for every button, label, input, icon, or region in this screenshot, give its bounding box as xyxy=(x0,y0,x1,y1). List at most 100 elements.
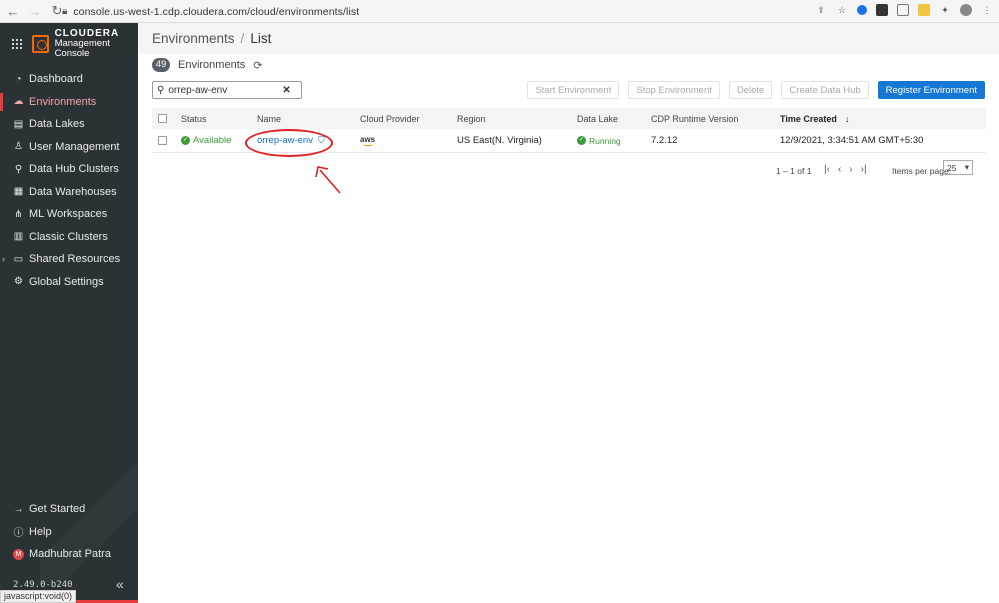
data-lake-status: ✓ Running xyxy=(577,136,621,146)
sidebar-item-classic-clusters[interactable]: ▥ Classic Clusters xyxy=(0,226,138,249)
sidebar-item-label: Madhubrat Patra xyxy=(29,548,111,561)
profile-avatar-icon[interactable] xyxy=(960,4,972,16)
prev-page-icon[interactable]: ‹ xyxy=(838,164,841,175)
search-input[interactable] xyxy=(168,84,279,96)
sidebar-item-label: Data Lakes xyxy=(29,118,85,131)
sidebar-item-user-management[interactable]: ♙ User Management xyxy=(0,136,138,159)
count-label: Environments xyxy=(178,59,246,71)
check-circle-icon: ✓ xyxy=(577,136,586,145)
extension-icons: ⇪ ☆ ✦ ⋮ xyxy=(815,4,993,16)
avatar: M xyxy=(13,548,24,560)
pagination-buttons: |‹ ‹ › ›| xyxy=(824,164,867,175)
puzzle-icon[interactable]: ✦ xyxy=(939,4,951,16)
last-page-icon[interactable]: ›| xyxy=(861,164,867,175)
folder-icon: ▭ xyxy=(13,253,24,265)
data-hub-icon: ⚲ xyxy=(14,163,23,175)
register-environment-button[interactable]: Register Environment xyxy=(877,81,985,99)
brand[interactable]: CLOUDERA Management Console xyxy=(12,29,138,59)
extension-dark-icon[interactable] xyxy=(876,4,888,16)
header-cloud-provider[interactable]: Cloud Provider xyxy=(360,108,420,129)
data-lake-status-text: Running xyxy=(589,135,621,146)
row-select-cell xyxy=(158,129,167,152)
lock-icon: 🔒︎ xyxy=(62,6,68,17)
sidebar-item-shared-resources[interactable]: › ▭ Shared Resources xyxy=(0,248,138,271)
main-content: Environments / List 49 Environments ⟳ ⚲ … xyxy=(138,23,999,603)
toolbar: Start Environment Stop Environment Delet… xyxy=(527,81,985,99)
address-bar[interactable]: 🔒︎ console.us-west-1.cdp.cloudera.com/cl… xyxy=(62,3,359,20)
cloud-provider-cell: aws xyxy=(360,129,375,152)
sidebar-item-help[interactable]: ⓘ Help xyxy=(0,521,138,544)
refresh-icon[interactable]: ⟳ xyxy=(253,59,262,72)
forward-icon[interactable]: → xyxy=(26,2,44,20)
kebab-menu-icon[interactable]: ⋮ xyxy=(981,4,993,16)
pagination: 1 – 1 of 1 |‹ ‹ › ›| Items per page: 25 … xyxy=(152,160,986,178)
extension-calendar-icon[interactable] xyxy=(897,4,909,16)
sidebar-item-ml-workspaces[interactable]: ⋔ ML Workspaces xyxy=(0,203,138,226)
create-data-hub-button[interactable]: Create Data Hub xyxy=(781,81,869,99)
first-page-icon[interactable]: |‹ xyxy=(824,164,830,175)
status-url-tooltip: javascript:void(0) xyxy=(0,590,77,603)
gauge-icon: ◔ xyxy=(15,73,22,85)
sidebar-item-label: Dashboard xyxy=(29,73,83,86)
data-lake-icon: ▤ xyxy=(13,118,24,130)
cloudera-logo-icon xyxy=(32,35,49,53)
gear-icon: ⚙︎ xyxy=(14,276,23,288)
annotation-arrow xyxy=(315,166,341,194)
sidebar-item-data-hub-clusters[interactable]: ⚲ Data Hub Clusters xyxy=(0,158,138,181)
sidebar-item-label: Help xyxy=(29,525,52,538)
sidebar-item-dashboard[interactable]: ◔ Dashboard xyxy=(0,68,138,91)
aws-logo-text: aws xyxy=(360,134,376,144)
warehouse-icon: ▦ xyxy=(13,186,24,198)
sidebar-item-label: Data Hub Clusters xyxy=(29,163,119,176)
header-time-created[interactable]: Time Created ↓ xyxy=(780,108,849,129)
header-name[interactable]: Name xyxy=(257,108,281,129)
stop-environment-button[interactable]: Stop Environment xyxy=(628,81,720,99)
sidebar-item-label: Get Started xyxy=(29,503,86,516)
header-runtime-version[interactable]: CDP Runtime Version xyxy=(651,108,738,129)
select-all-checkbox[interactable] xyxy=(158,114,167,123)
clear-search-icon[interactable]: ✕ xyxy=(282,85,290,96)
start-environment-button[interactable]: Start Environment xyxy=(527,81,620,99)
next-page-icon[interactable]: › xyxy=(849,164,852,175)
sidebar-item-profile[interactable]: M Madhubrat Patra xyxy=(0,543,138,566)
annotation-circle xyxy=(245,129,333,157)
brand-subtitle: Management Console xyxy=(54,38,111,59)
sidebar-item-global-settings[interactable]: ⚙︎ Global Settings xyxy=(0,271,138,294)
header-data-lake[interactable]: Data Lake xyxy=(577,108,618,129)
header-region[interactable]: Region xyxy=(457,108,486,129)
search-box: ⚲ ✕ xyxy=(152,81,302,99)
breadcrumb-separator: / xyxy=(240,31,245,46)
sidebar-item-environments[interactable]: ☁︎ Environments xyxy=(0,91,138,114)
status-cell: ✓ Available xyxy=(181,129,231,152)
brand-text: CLOUDERA Management Console xyxy=(55,29,138,59)
items-per-page-value: 25 xyxy=(947,162,957,173)
collapse-sidebar-icon[interactable]: « xyxy=(116,576,124,592)
help-icon: ⓘ xyxy=(13,528,24,540)
chevron-right-icon[interactable]: › xyxy=(2,254,5,264)
region-cell: US East(N. Virginia) xyxy=(457,135,542,146)
items-per-page-select[interactable]: 25 ▾ xyxy=(943,160,973,175)
row-checkbox[interactable] xyxy=(158,136,167,145)
sidebar: CLOUDERA Management Console ◔ Dashboard … xyxy=(0,23,138,603)
breadcrumb-environments[interactable]: Environments xyxy=(152,31,235,46)
delete-button[interactable]: Delete xyxy=(728,81,773,99)
extension-blue-icon[interactable] xyxy=(857,5,867,15)
back-icon[interactable]: ← xyxy=(4,2,22,20)
bookmark-star-icon[interactable]: ☆ xyxy=(836,4,848,16)
sidebar-item-label: Environments xyxy=(29,95,97,108)
sidebar-item-label: Shared Resources xyxy=(29,253,121,266)
sidebar-item-data-lakes[interactable]: ▤ Data Lakes xyxy=(0,113,138,136)
header-time-created-label: Time Created xyxy=(780,113,837,124)
share-icon[interactable]: ⇪ xyxy=(815,4,827,16)
extension-note-icon[interactable] xyxy=(918,4,930,16)
app-grid-icon[interactable] xyxy=(12,39,22,49)
runtime-version-cell: 7.2.12 xyxy=(651,135,678,146)
header-status[interactable]: Status xyxy=(181,108,207,129)
status-badge: ✓ Available xyxy=(181,135,231,146)
user-icon: ♙ xyxy=(14,141,23,153)
sidebar-item-get-started[interactable]: → Get Started xyxy=(0,498,138,521)
time-created-cell: 12/9/2021, 3:34:51 AM GMT+5:30 xyxy=(780,135,924,146)
sidebar-item-data-warehouses[interactable]: ▦ Data Warehouses xyxy=(0,181,138,204)
caret-down-icon: ▾ xyxy=(964,162,969,172)
sidebar-item-label: Global Settings xyxy=(29,275,104,288)
